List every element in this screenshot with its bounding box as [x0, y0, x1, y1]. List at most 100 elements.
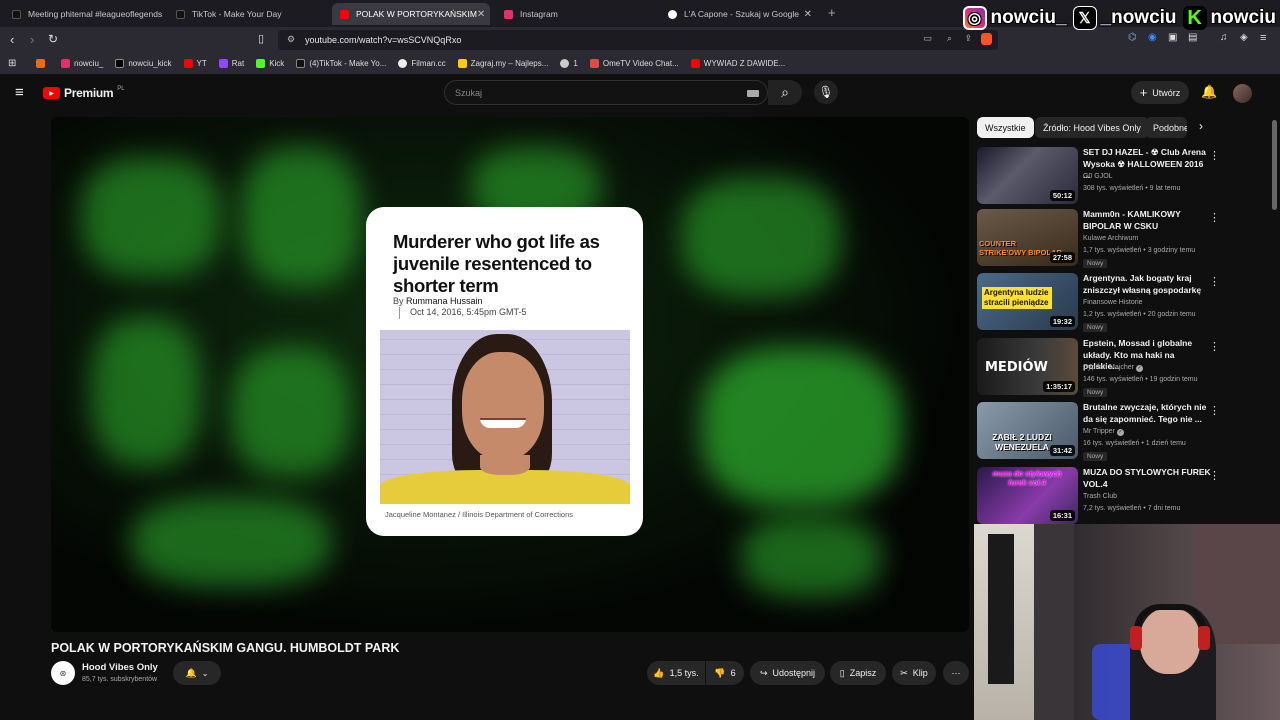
video-thumbnail[interactable]: MEDIÓW 1:35:17 [977, 338, 1078, 395]
video-player[interactable]: Murderer who got life as juvenile resent… [51, 117, 969, 632]
subscription-bell-button[interactable]: 🔔 ⌄ [173, 661, 221, 685]
recommendation-item[interactable]: muza do stylowych furek vol.4 16:31 MUZA… [977, 467, 1267, 527]
recommendation-item[interactable]: COUNTER STRIKE'OWY BIPOLAR 27:58 Mamm0n … [977, 209, 1267, 269]
rec-channel[interactable]: G0 GJOL [1083, 173, 1113, 180]
zoom-icon[interactable]: ⌕ [947, 33, 952, 44]
youtube-play-icon: ▶ [43, 87, 60, 99]
reload-icon[interactable]: ↻ [48, 32, 58, 46]
rec-channel[interactable]: Trash Club [1083, 493, 1117, 500]
voice-search-button[interactable]: 🎙 [814, 80, 838, 104]
video-thumbnail[interactable]: muza do stylowych furek vol.4 16:31 [977, 467, 1078, 524]
like-button[interactable]: 👍 1,5 tys. [647, 661, 705, 685]
kick-icon [256, 59, 266, 68]
chip-similar[interactable]: Podobne [1145, 117, 1187, 138]
bookmark-item[interactable]: nowciu_kick [115, 59, 172, 68]
music-icon[interactable]: ♫ [1220, 32, 1228, 43]
kick-text: nowciu [1210, 7, 1276, 28]
thumbnail-text: ZABIŁ 2 LUDZI WENEZUELA [992, 432, 1052, 452]
more-vert-icon[interactable]: ⋮ [1209, 340, 1220, 353]
extension-icon[interactable]: ⌬ [1128, 32, 1137, 43]
menu-icon[interactable]: ≡ [1260, 32, 1266, 44]
share-button[interactable]: ↪ Udostępnij [750, 661, 825, 685]
rec-title[interactable]: Brutalne zwyczaje, których nie da się za… [1083, 402, 1211, 425]
bookmark-item[interactable]: Kick [256, 59, 284, 68]
tab-meeting[interactable]: Meeting phitemal #leagueoflegends [4, 3, 164, 25]
hamburger-menu-icon[interactable]: ≡ [15, 84, 24, 101]
rec-channel[interactable]: Mr Tripper ✓ [1083, 428, 1124, 436]
bookmark-item[interactable]: Rat [218, 59, 244, 68]
close-tab-icon[interactable]: ✕ [804, 9, 812, 20]
chip-label: Podobne [1153, 122, 1187, 133]
apps-grid-icon[interactable]: ⊞ [8, 58, 16, 69]
keyboard-icon[interactable] [747, 90, 759, 97]
clip-button[interactable]: ✂ Klip [892, 661, 936, 685]
rec-title[interactable]: MUZA DO STYLOWYCH FUREK VOL.4 [1083, 467, 1211, 490]
search-button[interactable]: ⌕ [768, 80, 802, 105]
share-icon[interactable]: ⇪ [964, 33, 972, 44]
brave-shield-icon[interactable] [981, 33, 992, 45]
recommendation-item[interactable]: Argentyna ludzie stracili pieniądze 19:3… [977, 273, 1267, 333]
search-input[interactable]: Szukaj [444, 80, 768, 105]
bookmark-item[interactable]: Filman.cc [398, 59, 446, 68]
extension-icon[interactable]: ◉ [1148, 32, 1157, 43]
extension-icon[interactable]: ▣ [1168, 32, 1177, 43]
bookmark-item[interactable]: WYWIAD Z DAWIDE... [690, 59, 785, 68]
dislike-button[interactable]: 👎 6 [706, 661, 744, 685]
create-button[interactable]: + Utwórz [1131, 81, 1189, 104]
new-tab-icon[interactable]: + [828, 5, 836, 20]
video-thumbnail[interactable]: Argentyna ludzie stracili pieniądze 19:3… [977, 273, 1078, 330]
rec-title[interactable]: Argentyna. Jak bogaty kraj zniszczył wła… [1083, 273, 1211, 296]
chip-source[interactable]: Źródło: Hood Vibes Only [1035, 117, 1149, 138]
microphone-icon: 🎙 [818, 85, 834, 99]
youtube-logo[interactable]: ▶ Premium PL [43, 86, 125, 100]
avatar[interactable] [1233, 84, 1252, 103]
new-badge: Nowy [1083, 259, 1108, 268]
channel-avatar[interactable]: ⊛ [51, 661, 75, 685]
bookmark-item[interactable]: OmeTV Video Chat... [589, 59, 679, 68]
channel-name[interactable]: Hood Vibes Only [82, 662, 158, 673]
more-vert-icon[interactable]: ⋮ [1209, 149, 1220, 162]
save-button[interactable]: ▯ Zapisz [830, 661, 886, 685]
social-overlay: ◎ nowciu_ 𝕏 _nowciu Knowciu [962, 3, 1276, 33]
scrollbar[interactable] [1272, 120, 1277, 210]
bookmark-item[interactable]: 1 [560, 59, 578, 68]
forward-icon[interactable]: › [30, 32, 34, 47]
tab-tiktok[interactable]: TikTok - Make Your Day [168, 3, 328, 25]
more-vert-icon[interactable]: ⋮ [1209, 275, 1220, 288]
chevron-right-icon[interactable]: › [1199, 119, 1203, 133]
chip-all[interactable]: Wszystkie [977, 117, 1034, 138]
recommendation-item[interactable]: MEDIÓW 1:35:17 Epstein, Mossad i globaln… [977, 338, 1267, 398]
tab-instagram[interactable]: Instagram [496, 3, 656, 25]
bookmark-item[interactable]: YT [183, 59, 207, 68]
notifications-bell-icon[interactable]: 🔔 [1201, 84, 1217, 100]
rec-channel[interactable]: Kulawe Archiwum [1083, 235, 1138, 242]
cast-icon[interactable]: ▭ [923, 33, 932, 44]
recommendation-item[interactable]: ZABIŁ 2 LUDZI WENEZUELA 31:42 Brutalne z… [977, 402, 1267, 462]
bookmark-item[interactable]: Zagraj.my – Najleps... [457, 59, 548, 68]
back-icon[interactable]: ‹ [10, 32, 14, 47]
video-thumbnail[interactable]: ZABIŁ 2 LUDZI WENEZUELA 31:42 [977, 402, 1078, 459]
tab-youtube-active[interactable]: POLAK W PORTORYKAŃSKIM ✕ [332, 3, 490, 25]
more-vert-icon[interactable]: ⋮ [1209, 469, 1220, 482]
tiktok-icon [176, 9, 185, 19]
more-vert-icon[interactable]: ⋮ [1209, 211, 1220, 224]
site-info-icon[interactable]: ⚙ [287, 34, 295, 45]
bookmark-item[interactable]: (4)TikTok - Make Yo... [296, 59, 386, 68]
recommendation-item[interactable]: 50:12 SET DJ HAZEL - ☢ Club Arena Wysoka… [977, 147, 1267, 207]
sidebar-icon[interactable]: ▤ [1188, 32, 1197, 43]
video-thumbnail[interactable]: 50:12 [977, 147, 1078, 204]
rec-channel[interactable]: Cyprian Majcher ✓ [1083, 364, 1143, 372]
more-vert-icon[interactable]: ⋮ [1209, 404, 1220, 417]
tab-google[interactable]: L'A Capone - Szukaj w Google ✕ [660, 3, 820, 25]
rec-title[interactable]: Mamm0n - KAMLIKOWY BIPOLAR W CSKU [1083, 209, 1211, 232]
more-actions-button[interactable]: ⋯ [943, 661, 969, 685]
url-bar[interactable]: ⚙ youtube.com/watch?v=wsSCVNQqRxo ▭ ⌕ ⇪ [278, 30, 998, 50]
bookmark-icon[interactable]: ▯ [258, 32, 264, 45]
close-tab-icon[interactable]: ✕ [477, 9, 485, 20]
vpn-icon[interactable]: ◈ [1240, 32, 1248, 43]
bookmark-item[interactable] [36, 59, 49, 68]
video-thumbnail[interactable]: COUNTER STRIKE'OWY BIPOLAR 27:58 [977, 209, 1078, 266]
google-icon [668, 9, 677, 19]
rec-channel[interactable]: Finansowe Historie [1083, 299, 1143, 306]
bookmark-item[interactable]: nowciu_ [61, 59, 103, 68]
